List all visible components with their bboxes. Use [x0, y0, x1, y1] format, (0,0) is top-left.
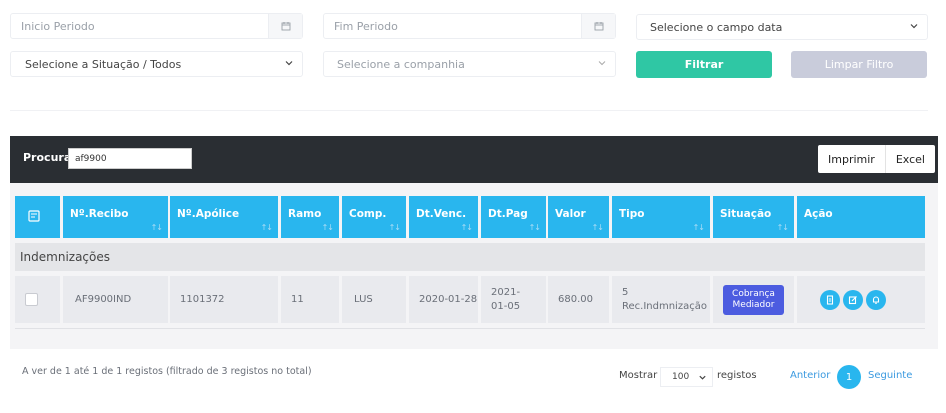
page-length-value: 100 [672, 372, 690, 382]
seguinte-link[interactable]: Seguinte [868, 370, 912, 381]
sort-icon: ↑↓ [260, 223, 273, 232]
chevron-down-icon [285, 61, 293, 66]
cell-apolice: 1101372 [170, 276, 278, 323]
imprimir-button[interactable]: Imprimir [818, 145, 885, 173]
current-page-button[interactable]: 1 [837, 365, 861, 389]
group-row: Indemnizações [15, 243, 925, 271]
situacao-select[interactable]: Selecione a Situação / Todos [10, 51, 303, 77]
cell-valor: 680.00 [548, 276, 609, 323]
notify-button[interactable] [866, 289, 886, 310]
chevron-down-icon [699, 375, 706, 380]
sort-icon: ↑↓ [591, 223, 604, 232]
cell-acao [797, 276, 925, 323]
inicio-periodo-placeholder: Inicio Periodo [21, 19, 95, 33]
divider [10, 110, 928, 111]
export-buttons: Imprimir Excel [818, 145, 935, 173]
filtrar-button[interactable]: Filtrar [636, 51, 772, 78]
table-info: A ver de 1 até 1 de 1 registos (filtrado… [22, 366, 312, 377]
companhia-select[interactable]: Selecione a companhia [323, 51, 616, 77]
campo-data-value: Selecione o campo data [650, 20, 783, 34]
cell-ramo: 11 [281, 276, 339, 323]
receipt-icon [826, 294, 834, 305]
inicio-periodo-input[interactable]: Inicio Periodo [10, 13, 303, 39]
sort-icon: ↑↓ [388, 223, 401, 232]
chevron-down-icon [598, 61, 606, 66]
sort-icon: ↑↓ [150, 223, 163, 232]
chevron-down-icon [910, 24, 918, 29]
anterior-link[interactable]: Anterior [790, 370, 830, 381]
companhia-value: Selecione a companhia [337, 57, 465, 71]
page-length-select[interactable]: 100 [660, 367, 713, 387]
col-ramo[interactable]: Ramo ↑↓ [281, 196, 339, 238]
edit-button[interactable] [843, 289, 863, 310]
calendar-icon[interactable] [581, 14, 615, 38]
situacao-value: Selecione a Situação / Todos [25, 57, 182, 71]
col-dt-venc[interactable]: Dt.Venc. ↑↓ [409, 196, 478, 238]
search-input[interactable] [68, 148, 192, 169]
sort-icon: ↑↓ [692, 223, 705, 232]
table-toolbar: Procurar: Imprimir Excel [10, 136, 938, 183]
limpar-filtro-button[interactable]: Limpar Filtro [791, 51, 927, 78]
divider [15, 328, 925, 329]
cell-tipo: 5 Rec.Indmnização [612, 276, 710, 323]
col-tipo[interactable]: Tipo ↑↓ [612, 196, 710, 238]
col-situacao[interactable]: Situação ↑↓ [713, 196, 794, 238]
calendar-icon[interactable] [268, 14, 302, 38]
header-select-all[interactable] [15, 196, 60, 238]
registos-label: registos [717, 370, 757, 381]
fim-periodo-input[interactable]: Fim Periodo [323, 13, 616, 39]
sort-icon: ↑↓ [321, 223, 334, 232]
row-checkbox-cell [15, 276, 60, 323]
cell-dt-pag: 2021-01-05 [481, 276, 546, 323]
cell-dt-venc: 2020-01-28 [409, 276, 478, 323]
sort-icon: ↑↓ [460, 223, 473, 232]
col-comp[interactable]: Comp. ↑↓ [342, 196, 406, 238]
row-checkbox[interactable] [25, 293, 38, 306]
col-recibo[interactable]: Nº.Recibo ↑↓ [63, 196, 168, 238]
view-receipt-button[interactable] [820, 289, 840, 310]
campo-data-select[interactable]: Selecione o campo data [636, 14, 928, 40]
sort-icon: ↑↓ [528, 223, 541, 232]
edit-icon [848, 295, 857, 304]
mostrar-label: Mostrar [619, 370, 658, 381]
sort-icon: ↑↓ [776, 223, 789, 232]
excel-button[interactable]: Excel [884, 145, 935, 173]
edit-note-icon [28, 210, 40, 222]
col-valor[interactable]: Valor ↑↓ [548, 196, 609, 238]
col-acao: Ação [797, 196, 925, 238]
fim-periodo-placeholder: Fim Periodo [334, 19, 398, 33]
data-table: Nº.Recibo ↑↓ Nº.Apólice ↑↓ Ramo ↑↓ Comp. ↑↓ … [10, 183, 938, 349]
status-badge: Cobrança Mediador [723, 284, 784, 315]
cell-situacao: Cobrança Mediador [713, 276, 794, 323]
bell-icon [872, 295, 880, 304]
cell-recibo: AF9900IND [63, 276, 168, 323]
col-apolice[interactable]: Nº.Apólice ↑↓ [170, 196, 278, 238]
col-dt-pag[interactable]: Dt.Pag ↑↓ [481, 196, 546, 238]
cell-comp: LUS [342, 276, 406, 323]
